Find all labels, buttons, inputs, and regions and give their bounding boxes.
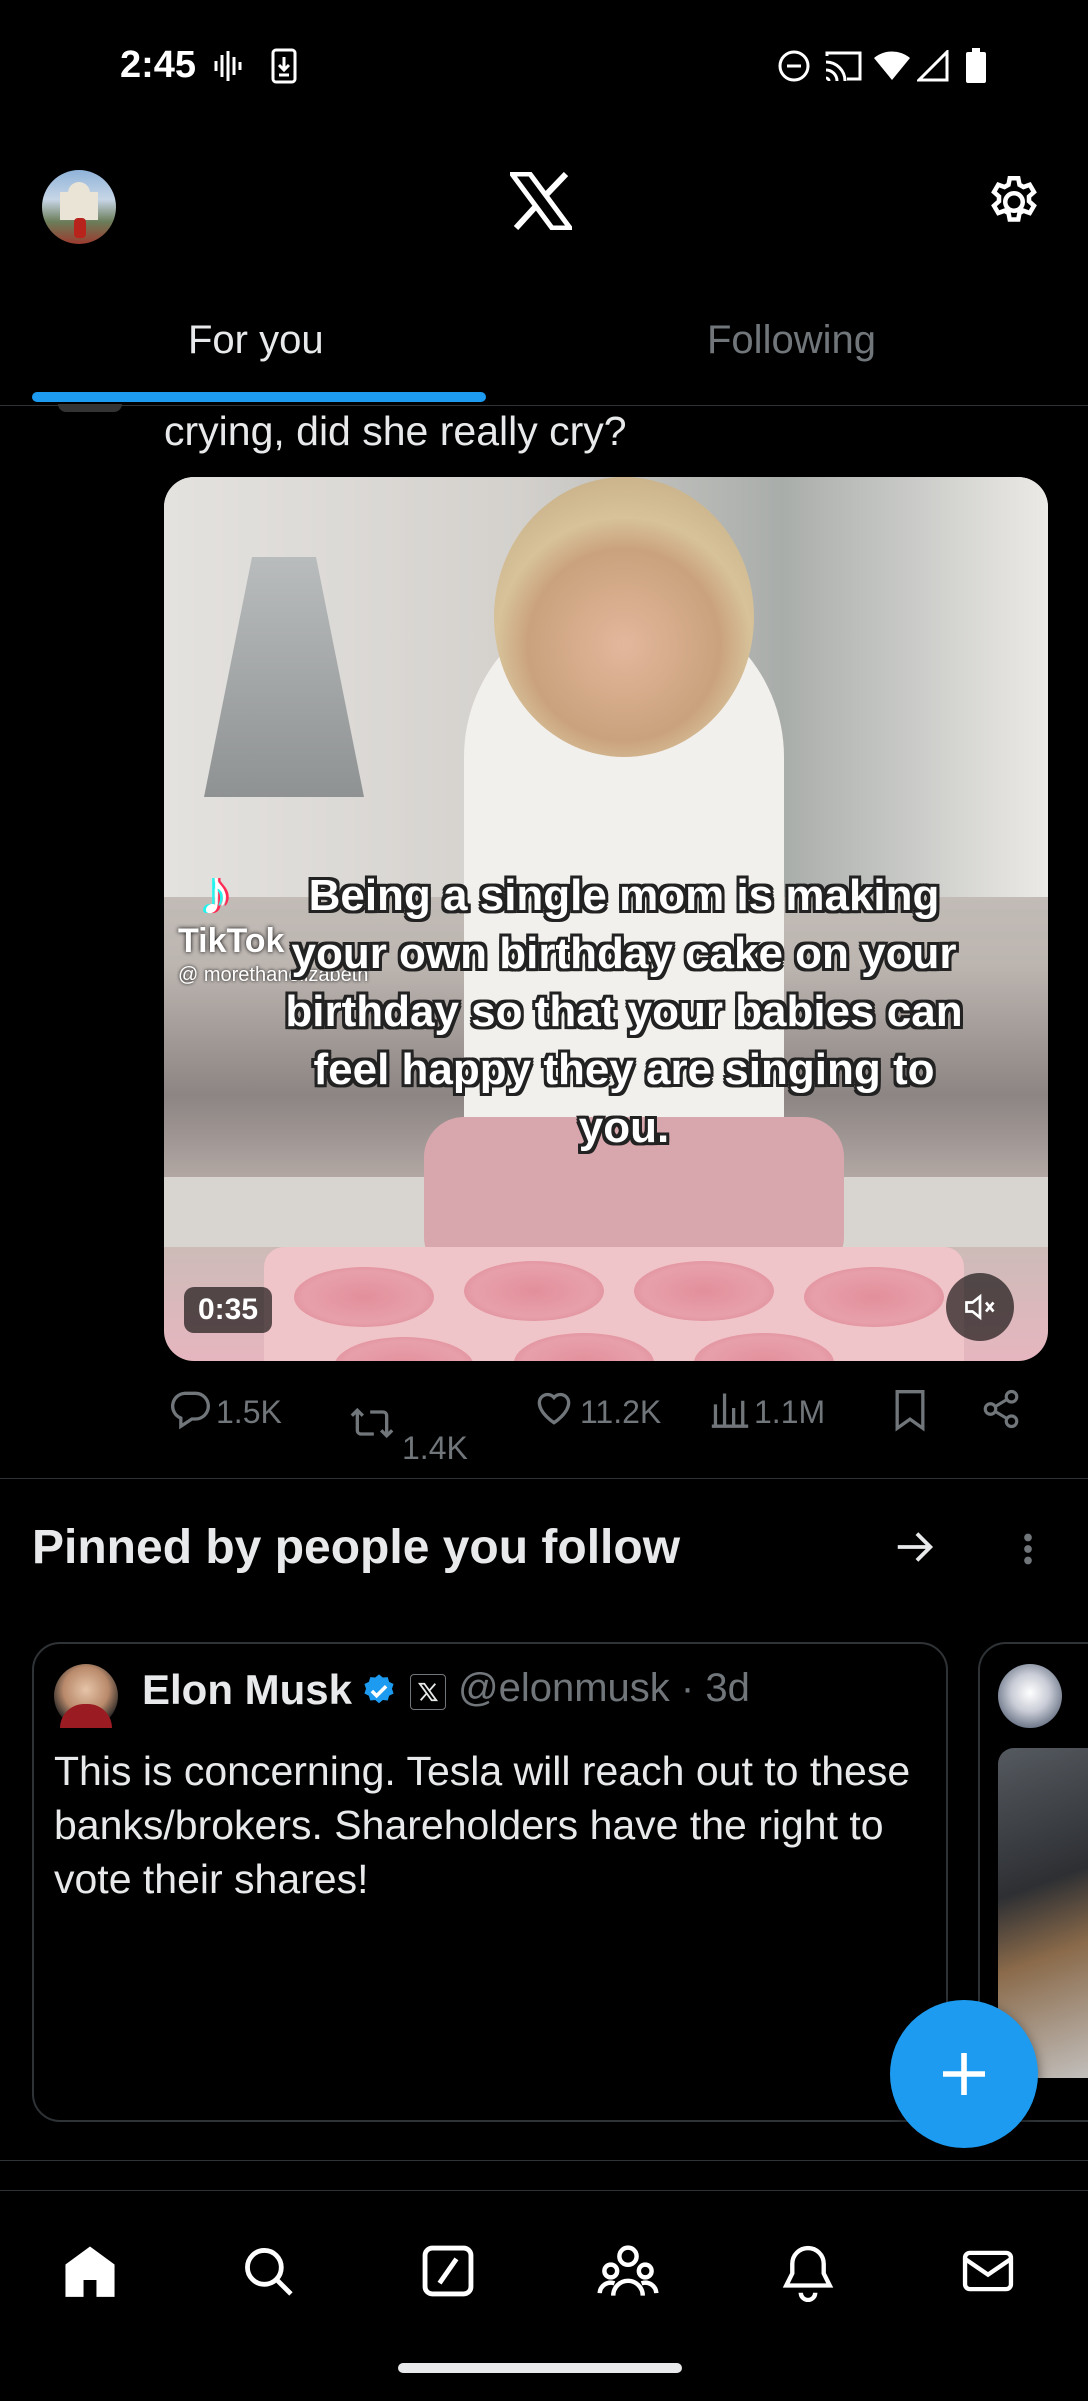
profile-avatar[interactable] [42, 170, 116, 244]
tiktok-logo-icon: ♪ [200, 856, 232, 928]
compose-post-button[interactable] [890, 2000, 1038, 2148]
tweet-video[interactable]: ♪ TikTok @ morethanelizabeth Being a sin… [164, 477, 1048, 1361]
x-affiliate-badge-icon [410, 1674, 446, 1710]
views-button[interactable]: 1.1M [710, 1386, 825, 1438]
wifi-icon [872, 46, 912, 86]
tweet-author-avatar[interactable] [58, 404, 122, 412]
tab-for-you[interactable]: For you [188, 318, 324, 363]
tab-following[interactable]: Following [707, 318, 876, 363]
communities-icon[interactable] [588, 2231, 668, 2311]
like-button[interactable]: 11.2K [532, 1386, 661, 1438]
active-tab-indicator [32, 392, 486, 402]
divider [0, 1478, 1088, 1479]
pinned-section-title: Pinned by people you follow [32, 1521, 681, 1574]
pinned-post-card[interactable]: Elon Musk @elonmusk · 3d This is concern… [32, 1642, 948, 2122]
grok-icon[interactable] [408, 2231, 488, 2311]
reply-icon [168, 1386, 212, 1438]
search-icon[interactable] [228, 2231, 308, 2311]
tweet-text: crying, did she really cry? [164, 408, 627, 454]
plus-icon [943, 2053, 985, 2095]
divider [0, 2160, 1088, 2161]
gear-icon[interactable] [984, 172, 1048, 236]
download-icon [268, 46, 300, 86]
view-count: 1.1M [754, 1393, 826, 1430]
bookmark-icon[interactable] [890, 1388, 930, 1432]
voicemail-icon [210, 46, 246, 86]
messages-icon[interactable] [948, 2231, 1028, 2311]
elon-avatar[interactable] [54, 1664, 118, 1728]
gesture-home-bar[interactable] [398, 2363, 682, 2373]
repost-icon [348, 1401, 396, 1453]
reply-button[interactable]: 1.5K [168, 1386, 282, 1438]
video-duration: 0:35 [184, 1287, 273, 1333]
card2-avatar[interactable] [998, 1664, 1062, 1728]
more-options-icon[interactable] [1010, 1526, 1046, 1572]
timeline-tabs: For you Following [0, 300, 1088, 406]
signal-icon [916, 46, 950, 86]
status-bar: 2:45 [0, 0, 1088, 130]
verified-badge-icon [360, 1672, 400, 1712]
author-name[interactable]: Elon Musk [142, 1666, 352, 1714]
author-handle-time: @elonmusk · 3d [458, 1666, 750, 1710]
cast-icon [822, 46, 864, 86]
notifications-icon[interactable] [768, 2231, 848, 2311]
x-logo-icon [507, 171, 580, 236]
dnd-icon [774, 46, 814, 86]
repost-count: 1.4K [402, 1430, 468, 1466]
mute-icon[interactable] [946, 1273, 1014, 1341]
video-caption: Being a single mom is making your own bi… [285, 871, 963, 1152]
analytics-icon [710, 1386, 750, 1438]
battery-icon [962, 46, 990, 86]
share-icon[interactable] [980, 1388, 1022, 1430]
status-time: 2:45 [120, 44, 197, 86]
tweet-actions: 1.5K 1.4K 11.2K 1.1M [164, 1380, 1048, 1466]
tiktok-watermark: TikTok [178, 922, 285, 960]
heart-icon [532, 1386, 576, 1438]
like-count: 11.2K [580, 1393, 662, 1430]
reply-count: 1.5K [216, 1393, 282, 1430]
pinned-post-text: This is concerning. Tesla will reach out… [54, 1748, 911, 1902]
home-icon[interactable] [50, 2231, 130, 2311]
arrow-right-icon[interactable] [892, 1524, 942, 1574]
repost-button[interactable]: 1.4K [348, 1386, 468, 1467]
